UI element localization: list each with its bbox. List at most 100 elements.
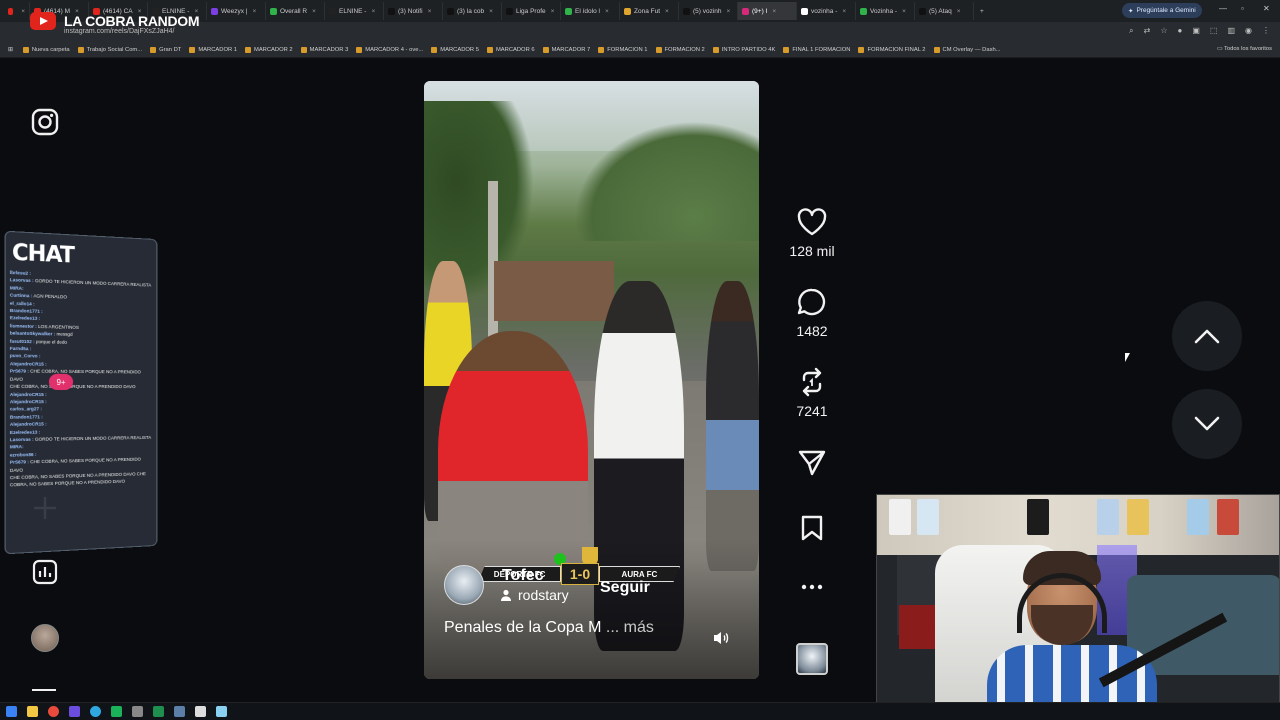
app-icon[interactable] (132, 706, 143, 717)
webcam-jersey (1127, 499, 1149, 535)
app-icon[interactable] (153, 706, 164, 717)
extension-icon[interactable]: ▣ (1192, 26, 1200, 36)
browser-tab[interactable]: × (4, 2, 30, 20)
bookmark-item[interactable]: FORMACION 1 (598, 47, 647, 53)
app-icon[interactable] (90, 706, 101, 717)
app-icon[interactable] (195, 706, 206, 717)
file-explorer-icon[interactable] (27, 706, 38, 717)
start-icon[interactable] (6, 706, 17, 717)
repost-icon[interactable] (796, 367, 828, 397)
tab-close-icon[interactable]: × (551, 8, 555, 15)
browser-tab[interactable]: (3) Notifi × (384, 2, 443, 20)
mute-icon[interactable] (712, 629, 730, 647)
browser-tab[interactable]: (5) Ataq × (915, 2, 974, 20)
tab-close-icon[interactable]: × (842, 8, 846, 15)
bookmark-item[interactable]: FINAL 1 FORMACION (783, 47, 850, 53)
comment-icon[interactable] (796, 287, 828, 317)
tab-close-icon[interactable]: × (902, 8, 906, 15)
reel-owner-avatar[interactable] (444, 565, 484, 605)
tab-close-icon[interactable]: × (665, 8, 669, 15)
browser-tab[interactable]: Liga Profe × (502, 2, 561, 20)
bookmark-item[interactable]: MARCADOR 1 (189, 47, 237, 53)
bookmark-item[interactable]: INTRO PARTIDO 4K (713, 47, 776, 53)
previous-reel-button[interactable] (1172, 301, 1242, 371)
bookmark-item[interactable]: Gran DT (150, 47, 181, 53)
tab-close-icon[interactable]: × (428, 8, 432, 15)
save-action[interactable] (787, 514, 837, 542)
browser-tab[interactable]: El ídolo l × (561, 2, 620, 20)
more-menu-icon[interactable] (32, 689, 56, 691)
bookmark-item[interactable]: Trabajo Social Com... (78, 47, 143, 53)
like-action[interactable]: 128 mil (787, 207, 837, 259)
browser-tab[interactable]: Weezyx | × (207, 2, 266, 20)
reel-owner-name[interactable]: Tofec (502, 567, 543, 585)
bookmark-item[interactable]: FORMACION 2 (656, 47, 705, 53)
bookmark-item[interactable]: MARCADOR 5 (431, 47, 479, 53)
bookmark-item[interactable]: MARCADOR 6 (487, 47, 535, 53)
bookmark-item[interactable]: MARCADOR 4 - ove... (356, 47, 423, 53)
browser-tab[interactable]: (3) la cob × (443, 2, 502, 20)
bookmark-item[interactable]: MARCADOR 2 (245, 47, 293, 53)
star-icon[interactable]: ☆ (1160, 26, 1167, 36)
bookmark-icon[interactable] (799, 514, 825, 542)
bookmark-item[interactable]: MARCADOR 7 (543, 47, 591, 53)
minimize-icon[interactable]: — (1219, 4, 1227, 13)
app-icon[interactable] (216, 706, 227, 717)
tab-close-icon[interactable]: × (772, 8, 776, 15)
new-tab-icon[interactable]: + (980, 8, 984, 15)
heart-icon[interactable] (796, 207, 828, 237)
tab-close-icon[interactable]: × (727, 8, 731, 15)
app-icon[interactable] (111, 706, 122, 717)
all-bookmarks-link[interactable]: ▭ Todos los favoritos (1217, 46, 1272, 52)
repost-action[interactable]: 7241 (787, 367, 837, 419)
apps-icon[interactable]: ⊞ (8, 47, 13, 53)
more-link[interactable]: ... más (606, 619, 654, 636)
url-field[interactable]: instagram.com/reels/DajFXsZJaH4/ (64, 28, 174, 35)
bookmark-item[interactable]: FORMACION FINAL 2 (858, 47, 925, 53)
browser-tab[interactable]: (9+) I × (738, 2, 797, 20)
tab-close-icon[interactable]: × (312, 8, 316, 15)
chrome-icon[interactable] (48, 706, 59, 717)
instagram-logo-icon[interactable] (30, 107, 60, 137)
tab-close-icon[interactable]: × (21, 8, 25, 15)
browser-tab[interactable]: Vozinha - × (856, 2, 915, 20)
close-window-icon[interactable]: ✕ (1263, 4, 1270, 13)
share-action[interactable] (787, 447, 837, 477)
tab-close-icon[interactable]: × (489, 8, 493, 15)
collab-user[interactable]: rodstary (500, 587, 569, 603)
browser-tab[interactable]: (5) vozinh × (679, 2, 738, 20)
reel-caption[interactable]: Penales de la Copa M ... más (444, 619, 654, 637)
browser-tab[interactable]: ELNINE - × (325, 2, 384, 20)
bookmark-item[interactable]: Nueva carpeta (23, 47, 70, 53)
comment-action[interactable]: 1482 (787, 287, 837, 339)
send-icon[interactable] (797, 447, 827, 477)
tab-close-icon[interactable]: × (605, 8, 609, 15)
follow-button[interactable]: Seguir (600, 579, 650, 597)
audio-thumbnail[interactable] (796, 643, 828, 675)
browser-tab[interactable]: Zona Fut × (620, 2, 679, 20)
app-icon[interactable] (69, 706, 80, 717)
zoom-icon[interactable]: ⌕ (1129, 26, 1133, 36)
profile-avatar[interactable] (30, 623, 60, 653)
maximize-icon[interactable]: ▫ (1241, 4, 1244, 13)
puzzle-icon[interactable]: ⬚ (1210, 26, 1218, 36)
tab-close-icon[interactable]: × (253, 8, 257, 15)
menu-icon[interactable]: ⋮ (1262, 26, 1270, 36)
translate-icon[interactable]: ⇄ (1144, 26, 1151, 36)
tab-close-icon[interactable]: × (371, 8, 375, 15)
app-icon[interactable] (174, 706, 185, 717)
bookmark-item[interactable]: MARCADOR 3 (301, 47, 349, 53)
sidebar-icon[interactable]: ▥ (1227, 26, 1235, 36)
tab-close-icon[interactable]: × (957, 8, 961, 15)
more-options[interactable] (787, 583, 837, 591)
extension-icon[interactable]: ● (1177, 26, 1182, 36)
more-options-icon[interactable] (800, 583, 824, 591)
next-reel-button[interactable] (1172, 389, 1242, 459)
browser-tab[interactable]: vozinha - × (797, 2, 856, 20)
gemini-button[interactable]: ✦ Pregúntale a Gemini (1122, 3, 1202, 18)
browser-tab[interactable]: Overall R × (266, 2, 325, 20)
bookmark-item[interactable]: CM Overlay — Dash... (934, 47, 1001, 53)
reel-video[interactable]: DEPORTE FC 1-0 AURA FC Tofec Seguir rods… (424, 81, 759, 679)
dashboard-icon[interactable] (30, 557, 60, 587)
profile-icon[interactable]: ◉ (1245, 26, 1252, 36)
